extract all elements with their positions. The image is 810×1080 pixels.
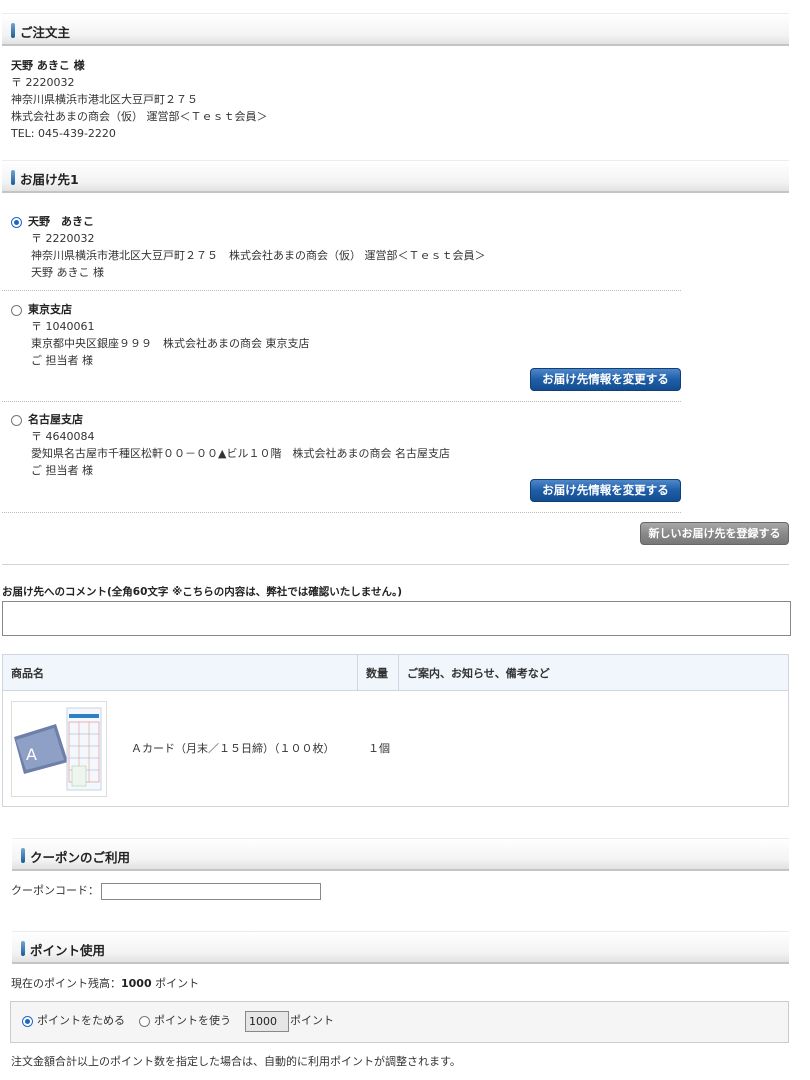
delivery-option-2-person: ご 担当者 様 (31, 354, 93, 367)
delivery-option-2-name: 東京支店 (28, 303, 72, 316)
points-use-unit: ポイント (290, 1014, 334, 1027)
items-table: 商品名 数量 ご案内、お知らせ、備考など A Ａカード（月末／１５日締）（１００… (2, 654, 789, 807)
delivery-option-1-address: 神奈川県横浜市港北区大豆戸町２７５ 株式会社あまの商会（仮） 運営部＜Ｔｅｓｔ会… (31, 249, 486, 262)
product-card-illustration: A (12, 701, 106, 796)
points-balance-label: 現在のポイント残高： (11, 977, 121, 990)
divider (2, 290, 681, 291)
product-image[interactable]: A (11, 700, 107, 797)
points-option-box (10, 1001, 789, 1043)
points-section-header: ポイント使用 (12, 931, 789, 964)
delivery-section-header: お届け先1 (2, 160, 789, 193)
points-balance-unit: ポイント (155, 977, 200, 990)
delivery-option-3-name: 名古屋支店 (28, 413, 83, 426)
product-name: Ａカード（月末／１５日締）（１００枚） (131, 742, 335, 755)
orderer-heading: ご注文主 (20, 25, 71, 40)
divider (2, 512, 681, 513)
comment-label: お届け先へのコメント(全角60文字 ※こちらの内容は、弊社では確認いたしません。… (2, 586, 403, 598)
new-delivery-address-button[interactable]: 新しいお届け先を登録する (640, 522, 789, 545)
delivery-option-2-zip: 〒 1040061 (31, 320, 95, 333)
table-row: A Ａカード（月末／１５日締）（１００枚） １個 (2, 690, 789, 807)
delivery-option-2-address: 東京都中央区銀座９９９ 株式会社あまの商会 東京支店 (31, 337, 310, 350)
section-marker-icon (21, 848, 25, 863)
section-marker-icon (21, 941, 25, 956)
product-quantity: １個 (368, 742, 390, 755)
orderer-zip: 〒 2220032 (11, 76, 75, 89)
edit-delivery-button-3[interactable]: お届け先情報を変更する (530, 479, 681, 502)
points-save-radio[interactable] (22, 1016, 33, 1027)
orderer-company: 株式会社あまの商会（仮） 運営部＜Ｔｅｓｔ会員＞ (11, 110, 268, 123)
delivery-radio-1[interactable] (11, 217, 22, 228)
points-note: 注文金額合計以上のポイント数を指定した場合は、自動的に利用ポイントが調整されます… (11, 1055, 461, 1068)
section-marker-icon (11, 23, 15, 38)
edit-delivery-button-2[interactable]: お届け先情報を変更する (530, 368, 681, 391)
coupon-section-header: クーポンのご利用 (12, 838, 789, 871)
comment-textarea[interactable] (2, 601, 791, 636)
svg-text:A: A (26, 745, 37, 764)
divider (2, 564, 789, 565)
delivery-option-1-name: 天野 あきこ (28, 215, 94, 228)
delivery-heading: お届け先1 (20, 172, 79, 187)
orderer-section-header: ご注文主 (2, 13, 789, 46)
orderer-name: 天野 あきこ 様 (11, 59, 85, 72)
delivery-option-3-person: ご 担当者 様 (31, 464, 93, 477)
points-use-input[interactable]: 1000 (245, 1011, 289, 1032)
delivery-option-1-zip: 〒 2220032 (31, 232, 95, 245)
col-header-notes: ご案内、お知らせ、備考など (398, 654, 789, 691)
points-balance-value: 1000 (121, 977, 152, 990)
col-header-product: 商品名 (2, 654, 358, 691)
coupon-code-input[interactable] (101, 883, 321, 900)
divider (2, 401, 681, 402)
points-heading: ポイント使用 (30, 943, 106, 958)
points-save-label: ポイントをためる (37, 1014, 125, 1027)
coupon-heading: クーポンのご利用 (30, 850, 131, 865)
col-header-quantity: 数量 (357, 654, 399, 691)
table-header-row: 商品名 数量 ご案内、お知らせ、備考など (2, 654, 789, 691)
orderer-tel: TEL: 045-439-2220 (11, 127, 116, 140)
orderer-address: 神奈川県横浜市港北区大豆戸町２７５ (11, 93, 198, 106)
delivery-option-1-person: 天野 あきこ 様 (31, 266, 104, 279)
points-use-radio[interactable] (139, 1016, 150, 1027)
points-balance: 現在のポイント残高：1000 ポイント (11, 975, 199, 992)
delivery-option-3-address: 愛知県名古屋市千種区松軒００－００▲ビル１０階 株式会社あまの商会 名古屋支店 (31, 447, 450, 460)
delivery-option-3-zip: 〒 4640084 (31, 430, 95, 443)
delivery-radio-3[interactable] (11, 415, 22, 426)
section-marker-icon (11, 170, 15, 185)
delivery-radio-2[interactable] (11, 305, 22, 316)
points-use-label: ポイントを使う (154, 1014, 231, 1027)
coupon-label: クーポンコード： (11, 884, 99, 897)
